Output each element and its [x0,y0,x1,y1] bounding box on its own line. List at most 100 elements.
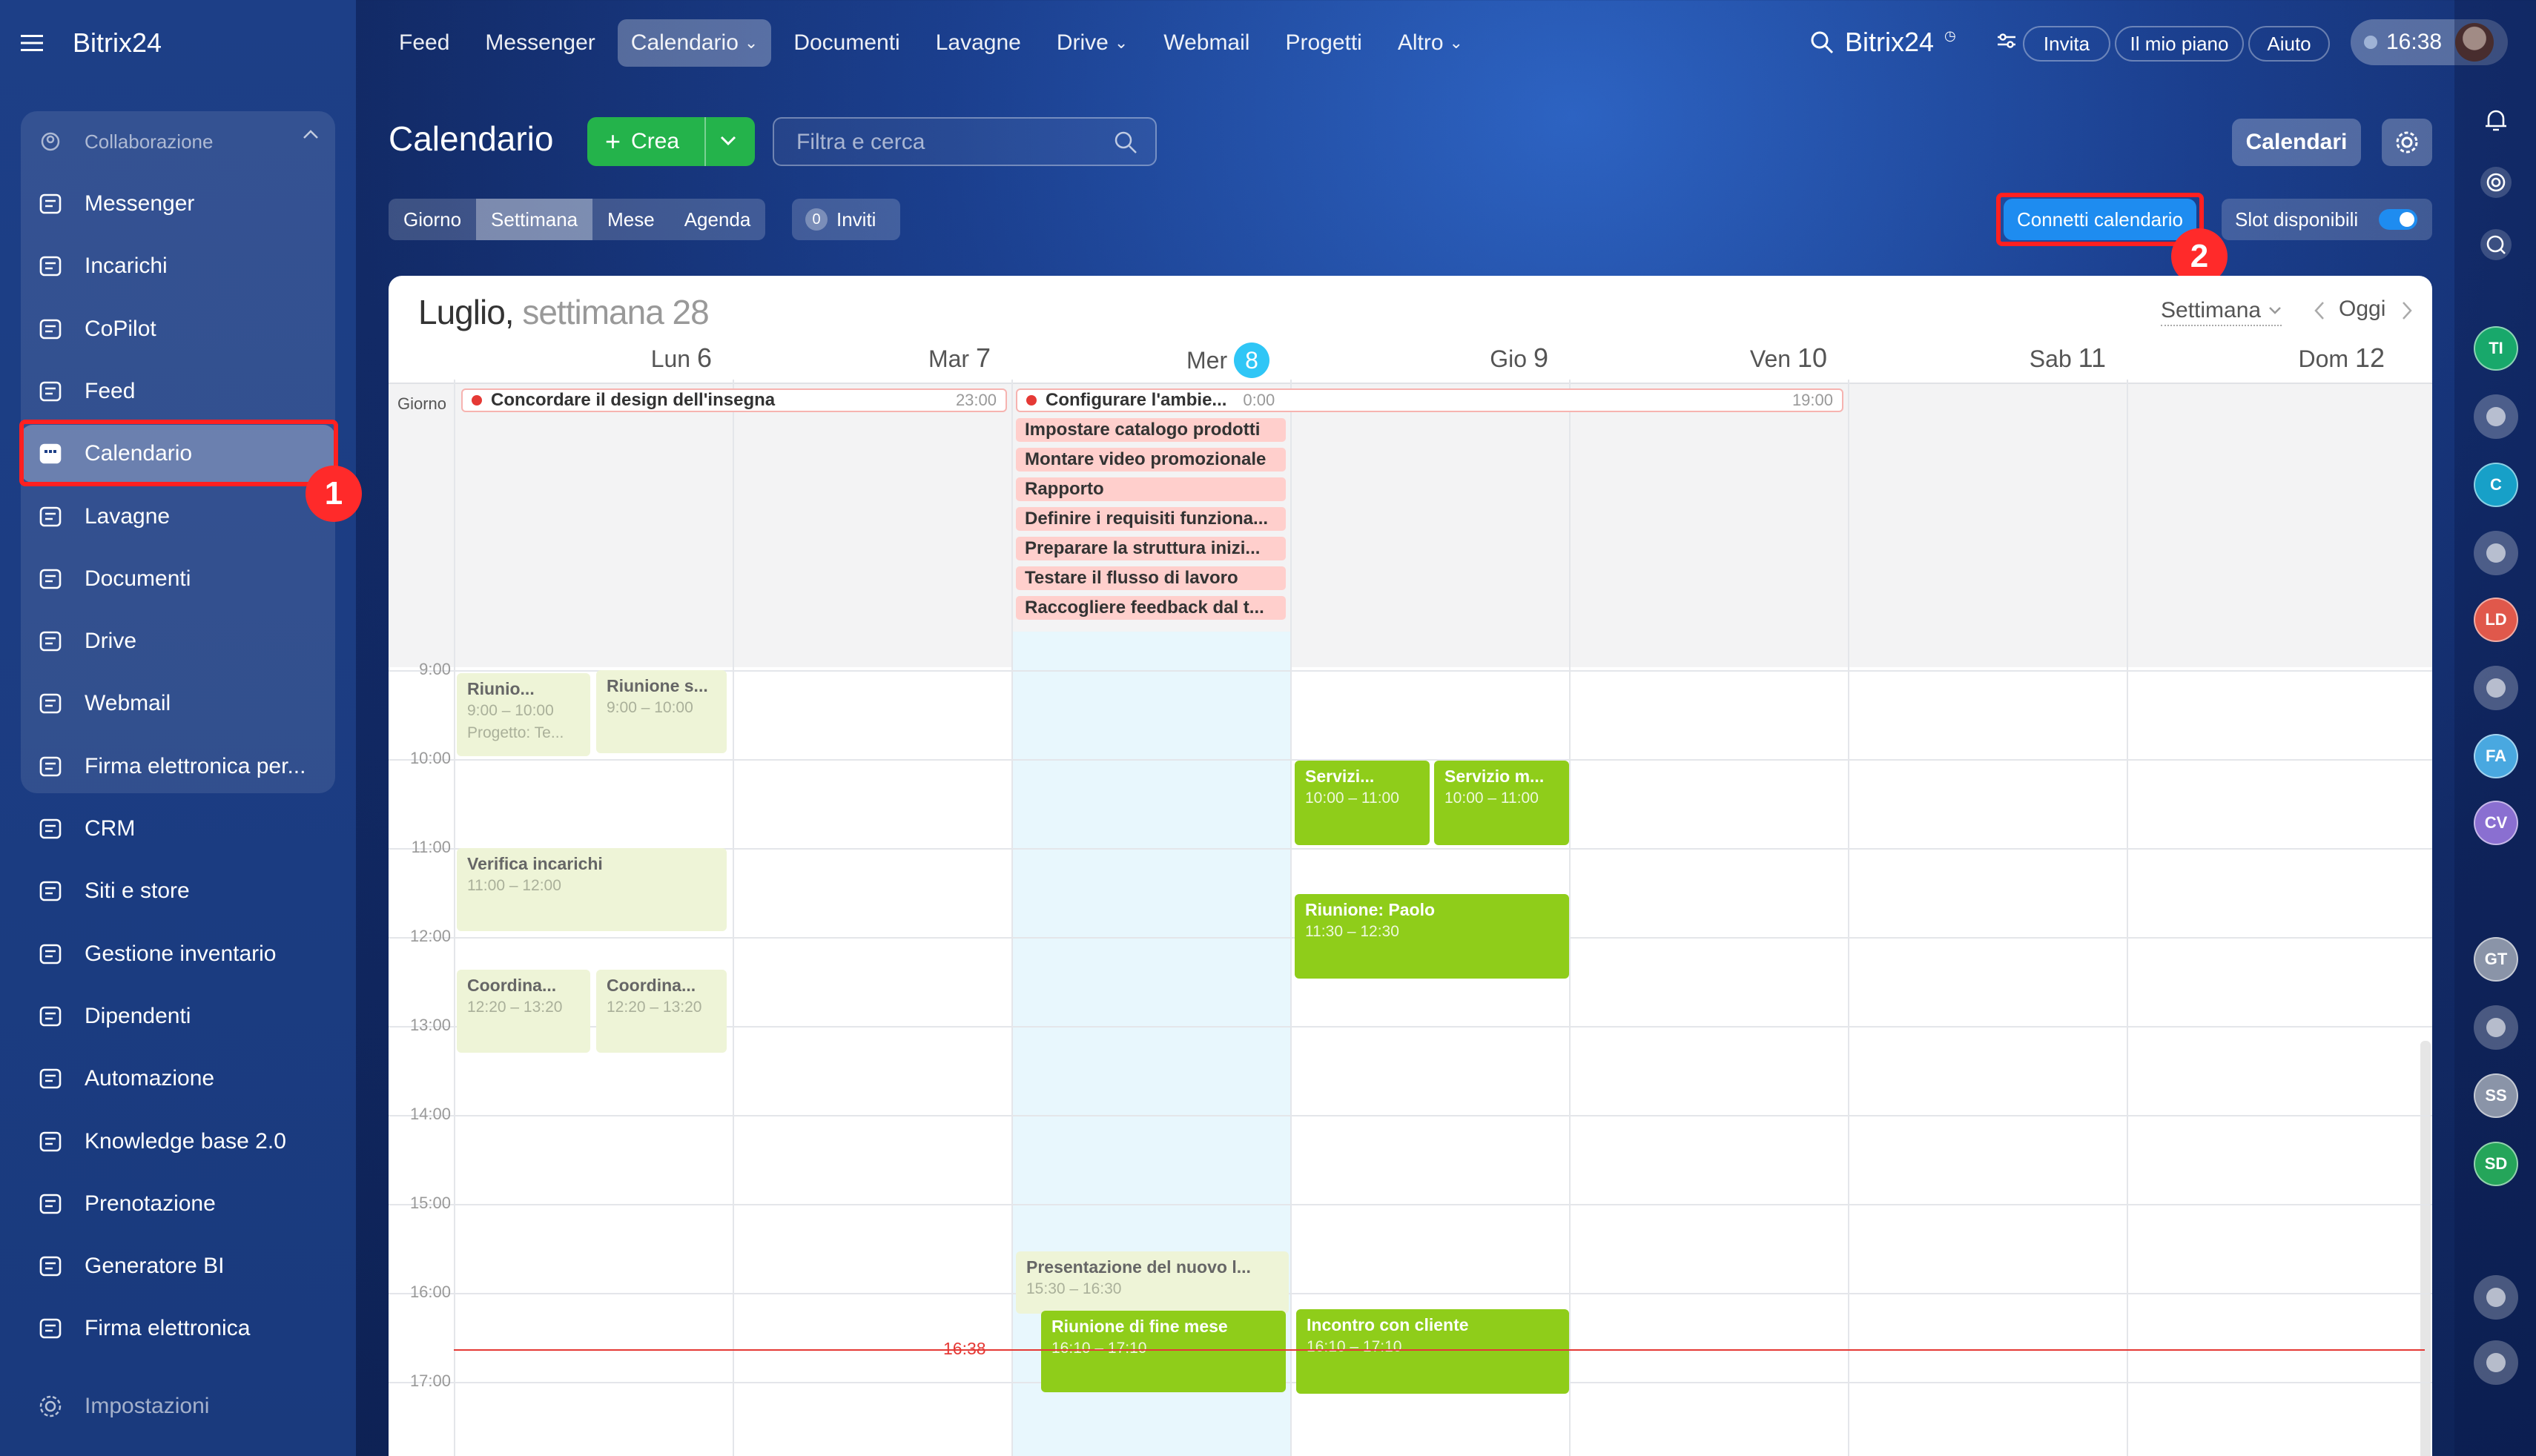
sidebar-item-prenotazione[interactable]: Prenotazione [21,1175,335,1233]
avatar-gt[interactable]: GT [2474,937,2518,982]
nav-drive[interactable]: Drive ⌄ [1043,19,1141,67]
sidebar-item-automazione[interactable]: Automazione [21,1050,335,1108]
nav-messenger[interactable]: Messenger [472,19,608,67]
nav-webmail[interactable]: Webmail [1150,19,1263,67]
today-button[interactable]: Oggi [2339,297,2385,322]
chat-search-icon[interactable] [2478,227,2514,262]
next-week-icon[interactable] [2401,301,2413,320]
sidebar-item-settings[interactable]: Impostazioni [21,1377,335,1435]
allday-task[interactable]: Raccogliere feedback dal t... [1016,596,1286,620]
day-header-dom[interactable]: Dom 12 [2162,343,2385,374]
sidebar-group-header[interactable]: Collaborazione [21,113,335,171]
sidebar-item-siti-e-store[interactable]: Siti e store [21,862,335,920]
sidebar-item-documenti[interactable]: Documenti [21,550,335,608]
settings-button[interactable] [2382,119,2432,166]
sidebar-item-firma-elettronica-per[interactable]: Firma elettronica per... [21,738,335,795]
event-block[interactable]: Verifica incarichi 11:00 – 12:00 [457,848,727,931]
sidebar-item-drive[interactable]: Drive [21,612,335,670]
view-tab-agenda[interactable]: Agenda [670,199,766,240]
settings-sliders-icon[interactable] [1996,31,2017,50]
sidebar-item-copilot[interactable]: CoPilot [21,300,335,358]
sidebar-item-feed[interactable]: Feed [21,363,335,420]
nav-progetti[interactable]: Progetti [1272,19,1375,67]
allday-task[interactable]: Testare il flusso di lavoro [1016,566,1286,590]
logo-text[interactable]: Bitrix24 [73,27,162,59]
nav-calendario[interactable]: Calendario ⌄ [617,19,772,67]
avatar-ld[interactable]: LD [2474,598,2518,642]
avatar-ti[interactable]: TI [2474,326,2518,371]
strip-icon-2[interactable] [2474,666,2518,710]
calendars-button[interactable]: Calendari [2232,119,2361,166]
chevron-down-icon[interactable] [719,135,737,147]
chevron-up-icon[interactable] [303,129,319,139]
view-tab-mese[interactable]: Mese [592,199,670,240]
scrollbar-thumb[interactable] [2420,1041,2431,1456]
search-icon[interactable] [1114,130,1137,154]
strip-icon-5[interactable] [2474,1340,2518,1385]
sidebar-item-webmail[interactable]: Webmail [21,675,335,732]
event-block[interactable]: Servizio m... 10:00 – 11:00 [1434,761,1569,845]
slots-toggle[interactable] [2379,209,2417,230]
slots-toggle-area[interactable]: Slot disponibili [2222,199,2432,240]
header-logo-text[interactable]: Bitrix24 [1845,27,1934,58]
prev-week-icon[interactable] [2314,301,2325,320]
avatar-cv[interactable]: CV [2474,801,2518,845]
event-block[interactable]: Coordina... 12:20 – 13:20 [457,970,590,1053]
nav-documenti[interactable]: Documenti [780,19,913,67]
create-button[interactable]: + Crea [587,117,755,166]
allday-task[interactable]: Rapporto [1016,477,1286,501]
nav-lavagne[interactable]: Lavagne [922,19,1034,67]
help-button[interactable]: Aiuto [2248,26,2330,62]
sidebar-item-lavagne[interactable]: Lavagne [21,488,335,546]
allday-event[interactable]: Concordare il design dell'insegna 23:00 [461,388,1007,412]
view-tab-settimana[interactable]: Settimana [476,199,593,240]
sidebar-item-firma-elettronica[interactable]: Firma elettronica [21,1300,335,1357]
allday-task[interactable]: Impostare catalogo prodotti [1016,418,1286,442]
avatar-ss[interactable]: SS [2474,1073,2518,1118]
invites-button[interactable]: 0 Inviti [792,199,900,240]
my-plan-button[interactable]: Il mio piano [2115,26,2244,62]
event-block[interactable]: Riunione di fine mese 16:10 – 17:10 [1041,1311,1286,1392]
view-tab-giorno[interactable]: Giorno [389,199,476,240]
nav-feed[interactable]: Feed [386,19,463,67]
strip-icon-0[interactable] [2474,394,2518,439]
event-block[interactable]: Servizi... 10:00 – 11:00 [1295,761,1430,845]
sidebar-item-knowledge-base[interactable]: Knowledge base 2.0 [21,1113,335,1171]
menu-icon[interactable] [21,34,43,52]
search-field[interactable] [773,117,1157,166]
day-header-mer[interactable]: Mer 8 [1047,343,1269,378]
sidebar-item-incarichi[interactable]: Incarichi [21,237,335,295]
strip-icon-1[interactable] [2474,531,2518,575]
day-header-mar[interactable]: Mar 7 [768,343,991,374]
allday-task[interactable]: Montare video promozionale [1016,448,1286,471]
event-block[interactable]: Riunione s... 9:00 – 10:00 [596,670,727,753]
sidebar-item-generatore-bi[interactable]: Generatore BI [21,1237,335,1295]
event-block[interactable]: Riunio... 9:00 – 10:00 Progetto: Te... [457,673,590,756]
strip-icon-4[interactable] [2474,1275,2518,1320]
copilot-icon[interactable] [2478,165,2514,200]
sidebar-item-crm[interactable]: CRM [21,800,335,858]
invite-button[interactable]: Invita [2023,26,2110,62]
sidebar-item-dipendenti[interactable]: Dipendenti [21,987,335,1045]
avatar-sd[interactable]: SD [2474,1142,2518,1186]
search-input[interactable] [796,128,1093,157]
strip-icon-3[interactable] [2474,1005,2518,1050]
day-header-gio[interactable]: Gio 9 [1326,343,1548,374]
avatar-c[interactable]: C [2474,463,2518,507]
allday-task[interactable]: Definire i requisiti funziona... [1016,507,1286,531]
day-header-lun[interactable]: Lun 6 [489,343,712,374]
sidebar-item-messenger[interactable]: Messenger [21,175,335,233]
day-header-sab[interactable]: Sab 11 [1883,343,2106,374]
allday-event[interactable]: Configurare l'ambie... 0:00 19:00 [1016,388,1843,412]
search-icon[interactable] [1809,30,1835,55]
sidebar-item-gestione-inventario[interactable]: Gestione inventario [21,925,335,983]
avatar-fa[interactable]: FA [2474,734,2518,778]
nav-altro[interactable]: Altro ⌄ [1384,19,1476,67]
event-block[interactable]: Incontro con cliente 16:10 – 17:10 [1296,1309,1569,1394]
allday-task[interactable]: Preparare la struttura inizi... [1016,537,1286,560]
event-block[interactable]: Presentazione del nuovo l... 15:30 – 16:… [1016,1251,1289,1314]
view-select[interactable]: Settimana [2161,298,2282,326]
event-block[interactable]: Riunione: Paolo 11:30 – 12:30 [1295,894,1569,979]
day-header-ven[interactable]: Ven 10 [1605,343,1827,374]
bell-icon[interactable] [2481,105,2511,135]
